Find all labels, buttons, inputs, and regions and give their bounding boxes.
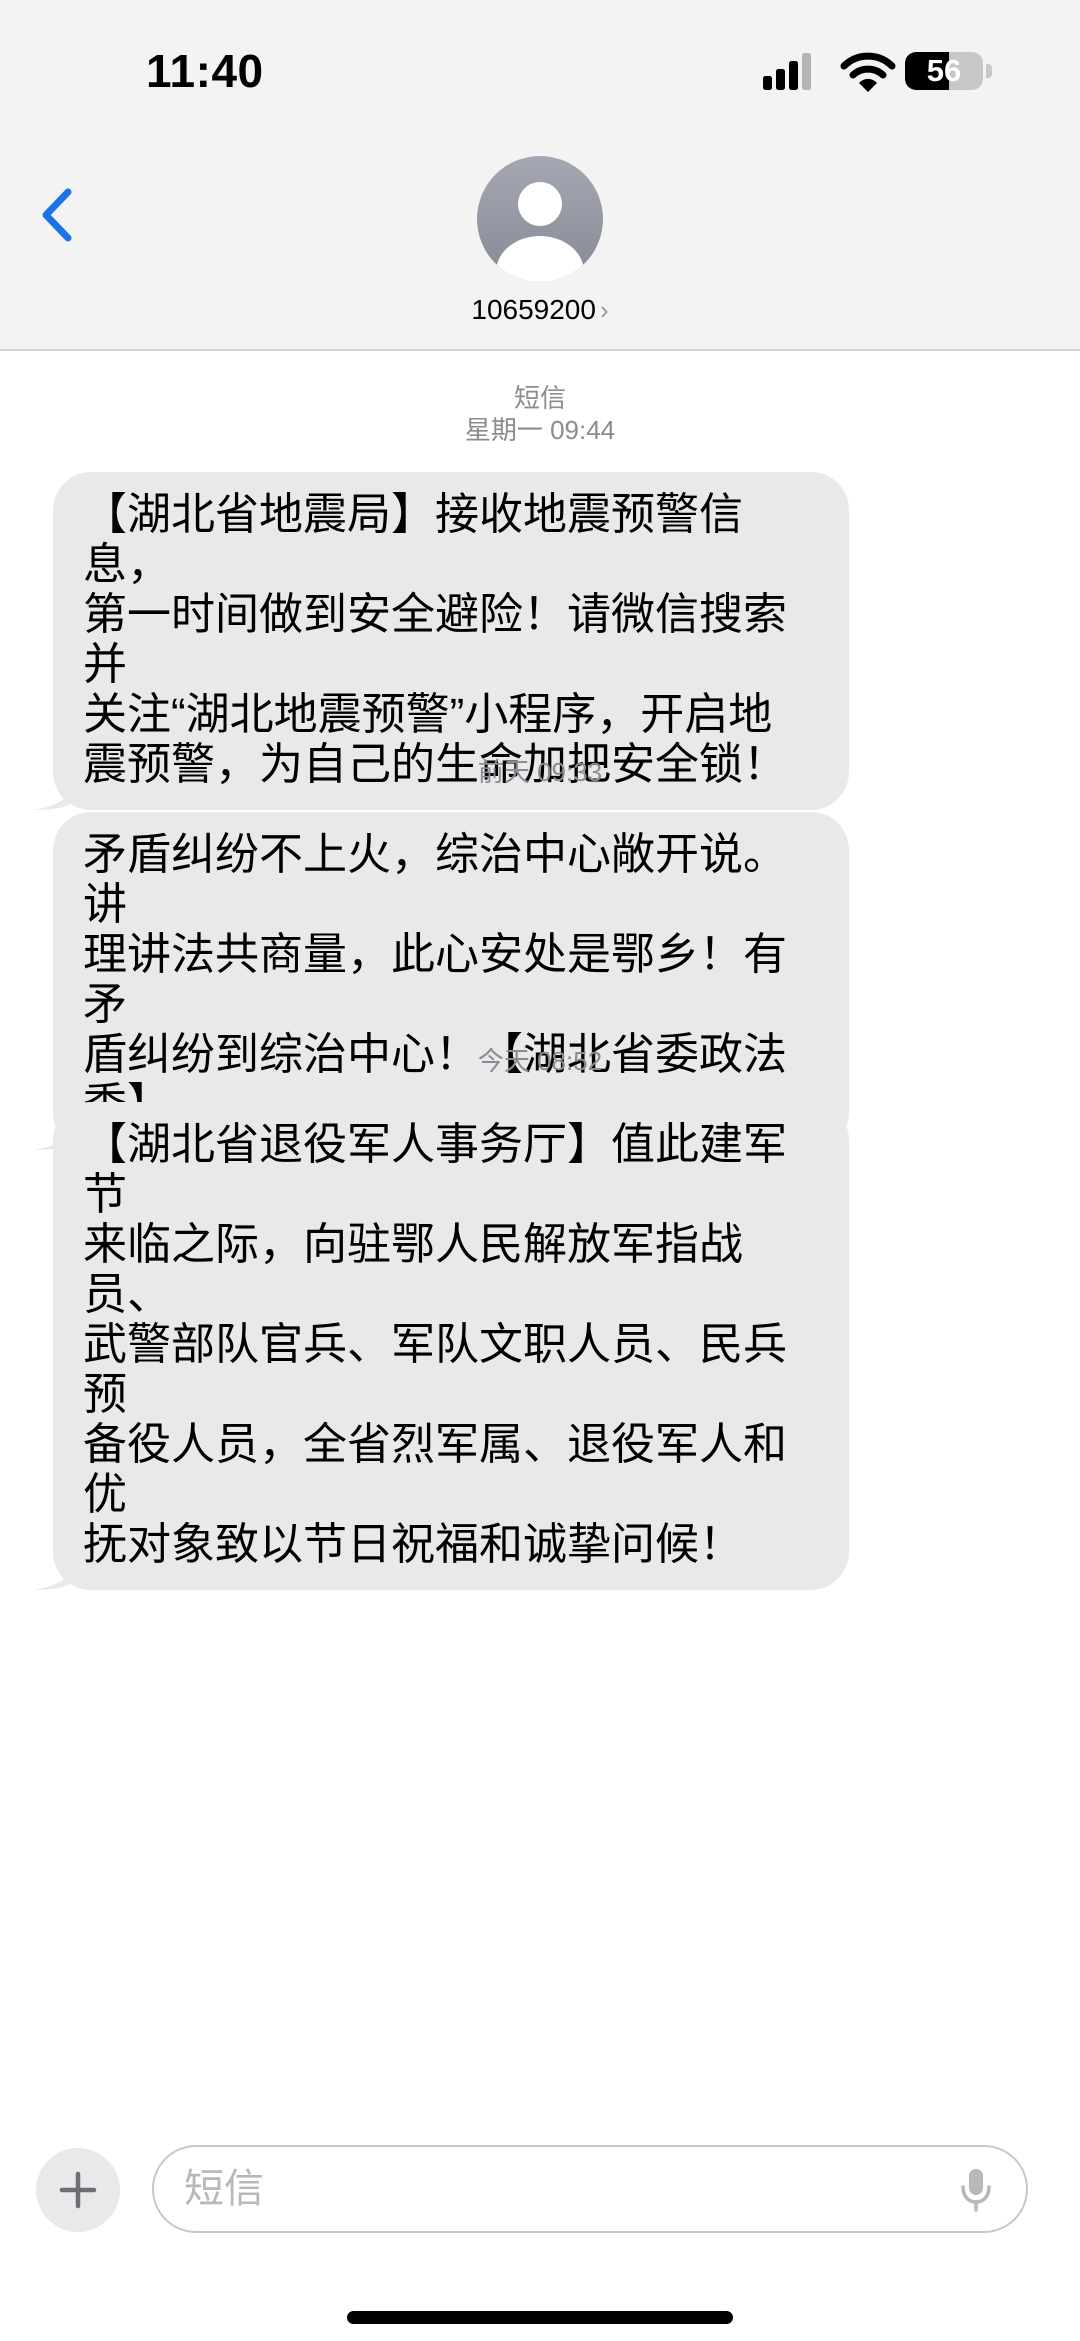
message-line: 第一时间做到安全避险！请微信搜索并 — [83, 590, 787, 689]
message-line: 【湖北省地震局】接收地震预警信息， — [83, 490, 743, 589]
conversation-header: 11:40 56 10659200 › — [0, 0, 1080, 351]
plus-icon — [59, 2171, 97, 2209]
message-line: 理讲法共商量，此心安处是鄂乡！有矛 — [83, 930, 787, 1029]
contact-number: 10659200 — [471, 294, 596, 325]
message-line: 关注“湖北地震预警”小程序，开启地 — [83, 690, 773, 739]
battery-level: 56 — [926, 53, 962, 88]
timestamp-text: 前天 09:33 — [477, 757, 603, 787]
message-line: 矛盾纠纷不上火，综治中心敞开说。讲 — [83, 830, 787, 929]
message-line: 抚对象致以节日祝福和诚挚问候！ — [83, 1520, 743, 1569]
back-button[interactable] — [30, 180, 90, 250]
message-bubble[interactable]: 矛盾纠纷不上火，综治中心敞开说。讲 理讲法共商量，此心安处是鄂乡！有矛 盾纠纷到… — [33, 812, 849, 1150]
message-timestamp: 短信 星期一 09:44 — [0, 382, 1080, 446]
home-indicator[interactable] — [347, 2311, 733, 2324]
contact-name[interactable]: 10659200 › — [0, 294, 1080, 326]
message-line: 备役人员，全省烈军属、退役军人和优 — [83, 1420, 787, 1519]
microphone-icon[interactable] — [960, 2167, 992, 2213]
message-type-label: 短信 — [513, 383, 566, 413]
bubble-tail — [33, 1560, 73, 1590]
messages-screen: 11:40 56 10659200 › 短信 星期一 09:44 【湖北省地震局… — [0, 0, 1080, 2341]
contact-avatar[interactable] — [477, 156, 603, 282]
add-attachment-button[interactable] — [36, 2148, 120, 2232]
input-placeholder: 短信 — [184, 2167, 264, 2211]
message-timestamp: 前天 09:33 — [0, 756, 1080, 788]
timestamp-text: 星期一 09:44 — [464, 415, 616, 445]
message-line: 【湖北省退役军人事务厅】值此建军节 — [83, 1120, 787, 1219]
cellular-signal-icon — [763, 53, 811, 90]
chevron-left-icon — [42, 188, 72, 242]
person-icon — [496, 182, 584, 282]
message-line: 来临之际，向驻鄂人民解放军指战员、 — [83, 1220, 743, 1319]
message-line: 武警部队官兵、军队文职人员、民兵预 — [83, 1320, 787, 1419]
wifi-icon — [840, 52, 896, 92]
message-input[interactable]: 短信 — [152, 2145, 1028, 2233]
message-bubble[interactable]: 【湖北省退役军人事务厅】值此建军节 来临之际，向驻鄂人民解放军指战员、 武警部队… — [33, 1102, 849, 1590]
status-time: 11:40 — [146, 45, 264, 97]
chevron-right-icon: › — [599, 295, 609, 325]
message-timestamp: 今天 08:52 — [0, 1045, 1080, 1077]
timestamp-text: 今天 08:52 — [477, 1046, 603, 1076]
battery-icon: 56 — [905, 52, 995, 92]
